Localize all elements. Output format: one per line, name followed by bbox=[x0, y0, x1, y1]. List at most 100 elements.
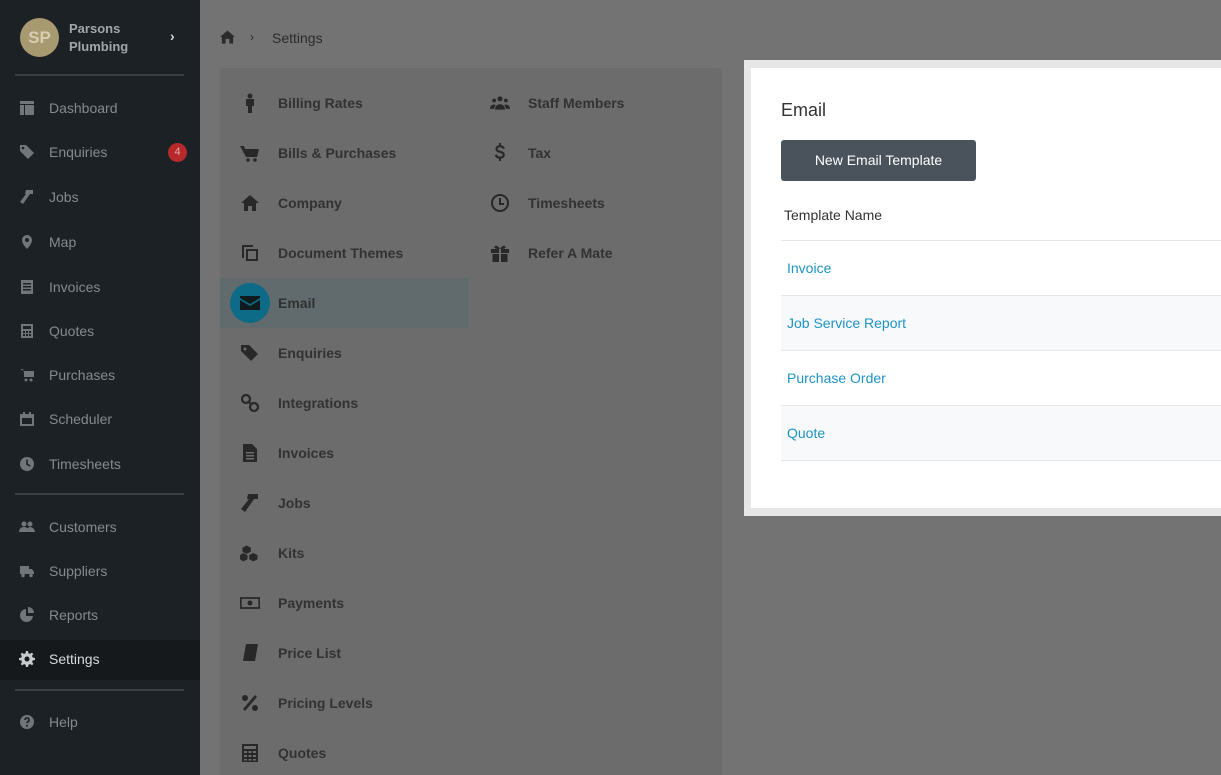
settings-item-enquiries[interactable]: Enquiries bbox=[220, 328, 468, 378]
email-panel-title: Email bbox=[781, 100, 827, 120]
settings-item-label: Kits bbox=[278, 545, 305, 561]
settings-item-timesheets[interactable]: Timesheets bbox=[470, 178, 718, 228]
tags-icon bbox=[19, 144, 37, 162]
tags-icon bbox=[240, 343, 262, 363]
sidebar-item-label: Jobs bbox=[49, 189, 79, 205]
template-link-job-service-report[interactable]: Job Service Report bbox=[787, 315, 906, 331]
settings-item-jobs[interactable]: Jobs bbox=[220, 478, 468, 528]
help-icon bbox=[19, 714, 37, 732]
sidebar-item-map[interactable]: Map bbox=[0, 223, 200, 263]
breadcrumb-separator: › bbox=[250, 30, 254, 44]
file-icon bbox=[240, 443, 262, 463]
calendar-icon bbox=[19, 411, 37, 429]
sidebar-item-dashboard[interactable]: Dashboard bbox=[0, 89, 200, 129]
template-link-invoice[interactable]: Invoice bbox=[787, 260, 831, 276]
sidebar-divider bbox=[15, 493, 184, 495]
sidebar-item-reports[interactable]: Reports bbox=[0, 596, 200, 636]
sidebar-item-label: Customers bbox=[49, 519, 117, 535]
settings-item-refer-a-mate[interactable]: Refer A Mate bbox=[470, 228, 718, 278]
settings-menu: Billing Rates Bills & Purchases Company … bbox=[220, 68, 722, 775]
settings-item-document-themes[interactable]: Document Themes bbox=[220, 228, 468, 278]
book-icon bbox=[240, 643, 262, 663]
settings-item-label: Company bbox=[278, 195, 342, 211]
envelope-icon bbox=[230, 283, 270, 323]
percent-icon bbox=[240, 693, 262, 713]
enquiries-count-badge: 4 bbox=[168, 143, 187, 162]
cubes-icon bbox=[240, 543, 262, 563]
breadcrumb-current: Settings bbox=[272, 30, 323, 46]
account-switcher[interactable]: SP Parsons Plumbing › bbox=[0, 0, 200, 76]
sidebar-item-suppliers[interactable]: Suppliers bbox=[0, 552, 200, 592]
sidebar-item-label: Dashboard bbox=[49, 100, 118, 116]
table-row: Invoice bbox=[781, 240, 1221, 295]
table-row: Quote bbox=[781, 405, 1221, 460]
sidebar-item-invoices[interactable]: Invoices bbox=[0, 268, 200, 308]
settings-item-price-list[interactable]: Price List bbox=[220, 628, 468, 678]
clock-icon bbox=[19, 456, 37, 474]
users-icon bbox=[19, 519, 37, 537]
settings-item-label: Document Themes bbox=[278, 245, 404, 261]
settings-item-kits[interactable]: Kits bbox=[220, 528, 468, 578]
template-link-purchase-order[interactable]: Purchase Order bbox=[787, 370, 886, 386]
settings-item-label: Jobs bbox=[278, 495, 311, 511]
settings-item-invoices[interactable]: Invoices bbox=[220, 428, 468, 478]
settings-item-label: Billing Rates bbox=[278, 95, 363, 111]
sidebar-item-timesheets[interactable]: Timesheets bbox=[0, 445, 200, 485]
settings-item-label: Staff Members bbox=[528, 95, 625, 111]
sidebar-divider bbox=[15, 74, 184, 76]
settings-item-label: Tax bbox=[528, 145, 552, 161]
sidebar-item-enquiries[interactable]: Enquiries 4 bbox=[0, 133, 200, 173]
link-icon bbox=[240, 393, 262, 413]
avatar: SP bbox=[20, 18, 59, 57]
money-icon bbox=[240, 593, 262, 613]
settings-item-billing-rates[interactable]: Billing Rates bbox=[220, 78, 468, 128]
table-bottom-border bbox=[781, 460, 1221, 461]
settings-item-label: Price List bbox=[278, 645, 342, 661]
sidebar-item-help[interactable]: Help bbox=[0, 703, 200, 743]
sidebar-item-label: Enquiries bbox=[49, 144, 108, 160]
sidebar-item-label: Help bbox=[49, 714, 78, 730]
sidebar-divider bbox=[15, 689, 184, 691]
settings-item-payments[interactable]: Payments bbox=[220, 578, 468, 628]
settings-item-label: Integrations bbox=[278, 395, 359, 411]
settings-item-integrations[interactable]: Integrations bbox=[220, 378, 468, 428]
dollar-icon bbox=[490, 143, 512, 163]
sidebar-item-label: Suppliers bbox=[49, 563, 108, 579]
sidebar-item-purchases[interactable]: Purchases bbox=[0, 356, 200, 396]
settings-item-label: Email bbox=[278, 295, 316, 311]
settings-item-company[interactable]: Company bbox=[220, 178, 468, 228]
gear-icon bbox=[19, 651, 37, 669]
truck-icon bbox=[19, 563, 37, 581]
settings-item-pricing-levels[interactable]: Pricing Levels bbox=[220, 678, 468, 728]
settings-item-quotes[interactable]: Quotes bbox=[220, 728, 468, 775]
sidebar-item-scheduler[interactable]: Scheduler bbox=[0, 400, 200, 440]
copy-icon bbox=[240, 243, 262, 263]
calculator-icon bbox=[240, 743, 262, 763]
pie-chart-icon bbox=[19, 607, 37, 625]
new-email-template-button[interactable]: New Email Template bbox=[781, 140, 976, 181]
sidebar-item-jobs[interactable]: Jobs bbox=[0, 178, 200, 218]
cart-icon bbox=[240, 143, 262, 163]
hammer-icon bbox=[19, 189, 37, 207]
chevron-right-icon[interactable]: › bbox=[170, 28, 175, 44]
settings-item-label: Invoices bbox=[278, 445, 335, 461]
settings-item-label: Refer A Mate bbox=[528, 245, 613, 261]
clock-icon bbox=[490, 193, 512, 213]
settings-item-tax[interactable]: Tax bbox=[470, 128, 718, 178]
sidebar-item-settings[interactable]: Settings bbox=[0, 640, 200, 680]
sidebar-item-customers[interactable]: Customers bbox=[0, 508, 200, 548]
home-icon[interactable] bbox=[220, 30, 236, 44]
sidebar-item-quotes[interactable]: Quotes bbox=[0, 312, 200, 352]
users-icon bbox=[490, 93, 512, 113]
calculator-icon bbox=[19, 323, 37, 341]
template-link-quote[interactable]: Quote bbox=[787, 425, 825, 441]
settings-item-staff-members[interactable]: Staff Members bbox=[470, 78, 718, 128]
sidebar-item-label: Invoices bbox=[49, 279, 101, 295]
hammer-icon bbox=[240, 493, 262, 513]
template-name-column-header[interactable]: Template Name bbox=[784, 207, 882, 223]
settings-item-label: Payments bbox=[278, 595, 345, 611]
gift-icon bbox=[490, 243, 512, 263]
company-name: Parsons Plumbing bbox=[69, 21, 129, 54]
settings-item-email[interactable]: Email bbox=[220, 278, 468, 328]
settings-item-bills-purchases[interactable]: Bills & Purchases bbox=[220, 128, 468, 178]
